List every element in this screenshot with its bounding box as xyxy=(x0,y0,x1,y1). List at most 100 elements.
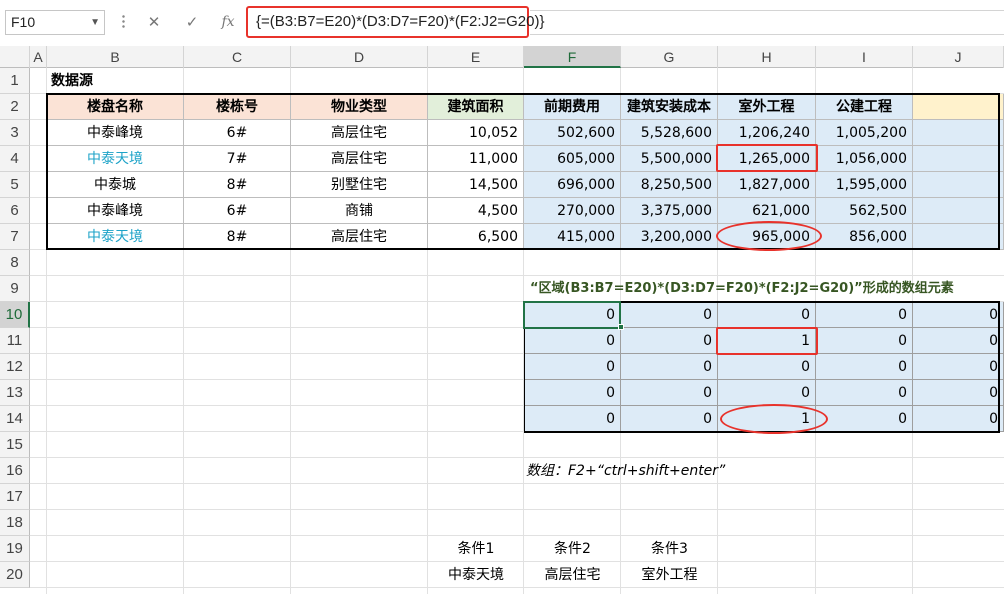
table-header-8[interactable]: 公建工程 xyxy=(816,94,913,120)
name-box[interactable]: F10 ▼ xyxy=(5,10,105,35)
table-cell[interactable]: 8# xyxy=(184,224,291,250)
table-cell[interactable]: 高层住宅 xyxy=(291,120,428,146)
row-header-3[interactable]: 3 xyxy=(0,120,30,146)
formula-bar-extension[interactable] xyxy=(530,10,1004,35)
array-cell[interactable]: 0 xyxy=(524,380,621,406)
table-cell[interactable]: 1,595,000 xyxy=(816,172,913,198)
table-cell[interactable]: 1,827,000 xyxy=(718,172,816,198)
array-cell[interactable]: 0 xyxy=(913,406,1004,432)
drag-handle-icon[interactable] xyxy=(122,14,125,30)
table-cell[interactable]: 856,000 xyxy=(816,224,913,250)
table-cell[interactable]: 5,500,000 xyxy=(621,146,718,172)
row-header-19[interactable]: 19 xyxy=(0,536,30,562)
select-all-corner[interactable] xyxy=(0,46,30,68)
table-cell[interactable]: 562,500 xyxy=(816,198,913,224)
row-header-1[interactable]: 1 xyxy=(0,68,30,94)
cancel-icon[interactable]: ✕ xyxy=(142,11,166,33)
row-header-7[interactable]: 7 xyxy=(0,224,30,250)
array-cell[interactable]: 0 xyxy=(816,406,913,432)
table-cell[interactable]: 中泰天境 xyxy=(47,224,184,250)
table-cell[interactable] xyxy=(913,146,1004,172)
table-header-1[interactable]: 楼盘名称 xyxy=(47,94,184,120)
row-header-11[interactable]: 11 xyxy=(0,328,30,354)
table-header-9[interactable] xyxy=(913,94,1004,120)
array-cell[interactable]: 0 xyxy=(718,302,816,328)
table-cell[interactable]: 1,056,000 xyxy=(816,146,913,172)
table-cell[interactable]: 中泰峰境 xyxy=(47,120,184,146)
row-header-17[interactable]: 17 xyxy=(0,484,30,510)
table-cell[interactable]: 别墅住宅 xyxy=(291,172,428,198)
table-cell[interactable]: 中泰城 xyxy=(47,172,184,198)
table-cell[interactable]: 中泰峰境 xyxy=(47,198,184,224)
table-header-3[interactable]: 物业类型 xyxy=(291,94,428,120)
row-header-12[interactable]: 12 xyxy=(0,354,30,380)
table-cell[interactable] xyxy=(913,120,1004,146)
array-cell[interactable]: 0 xyxy=(816,328,913,354)
column-header-e[interactable]: E xyxy=(428,46,524,68)
array-cell[interactable]: 0 xyxy=(913,302,1004,328)
table-cell[interactable]: 1,005,200 xyxy=(816,120,913,146)
row-header-20[interactable]: 20 xyxy=(0,562,30,588)
row-header-8[interactable]: 8 xyxy=(0,250,30,276)
table-cell[interactable]: 中泰天境 xyxy=(47,146,184,172)
column-header-g[interactable]: G xyxy=(621,46,718,68)
table-cell[interactable]: 4,500 xyxy=(428,198,524,224)
formula-input[interactable]: {=(B3:B7=E20)*(D3:D7=F20)*(F2:J2=G20)} xyxy=(246,6,545,38)
fill-handle[interactable] xyxy=(618,324,624,330)
table-header-2[interactable]: 楼栋号 xyxy=(184,94,291,120)
criteria-label-1[interactable]: 条件1 xyxy=(428,536,524,562)
table-cell[interactable]: 1,206,240 xyxy=(718,120,816,146)
table-cell[interactable]: 3,200,000 xyxy=(621,224,718,250)
table-cell[interactable]: 高层住宅 xyxy=(291,224,428,250)
table-cell[interactable]: 7# xyxy=(184,146,291,172)
column-header-a[interactable]: A xyxy=(30,46,47,68)
criteria-value-1[interactable]: 中泰天境 xyxy=(428,562,524,588)
row-header-9[interactable]: 9 xyxy=(0,276,30,302)
table-cell[interactable]: 5,528,600 xyxy=(621,120,718,146)
array-cell[interactable]: 0 xyxy=(621,380,718,406)
table-cell[interactable]: 6# xyxy=(184,198,291,224)
table-cell[interactable]: 11,000 xyxy=(428,146,524,172)
table-cell[interactable]: 415,000 xyxy=(524,224,621,250)
source-title[interactable]: 数据源 xyxy=(47,68,291,94)
table-header-6[interactable]: 建筑安装成本 xyxy=(621,94,718,120)
column-header-d[interactable]: D xyxy=(291,46,428,68)
table-cell[interactable]: 8,250,500 xyxy=(621,172,718,198)
table-cell[interactable] xyxy=(913,198,1004,224)
row-header-18[interactable]: 18 xyxy=(0,510,30,536)
table-cell[interactable]: 8# xyxy=(184,172,291,198)
table-cell[interactable]: 605,000 xyxy=(524,146,621,172)
table-cell[interactable]: 6,500 xyxy=(428,224,524,250)
array-cell[interactable]: 0 xyxy=(913,328,1004,354)
array-cell[interactable]: 0 xyxy=(816,354,913,380)
array-cell[interactable]: 0 xyxy=(718,380,816,406)
table-cell[interactable]: 3,375,000 xyxy=(621,198,718,224)
table-header-5[interactable]: 前期费用 xyxy=(524,94,621,120)
array-cell[interactable]: 0 xyxy=(621,328,718,354)
criteria-label-3[interactable]: 条件3 xyxy=(621,536,718,562)
column-header-b[interactable]: B xyxy=(47,46,184,68)
column-header-h[interactable]: H xyxy=(718,46,816,68)
column-header-f[interactable]: F xyxy=(524,46,621,68)
row-header-14[interactable]: 14 xyxy=(0,406,30,432)
row-header-13[interactable]: 13 xyxy=(0,380,30,406)
array-cell[interactable]: 0 xyxy=(718,354,816,380)
array-cell[interactable]: 0 xyxy=(913,380,1004,406)
criteria-label-2[interactable]: 条件2 xyxy=(524,536,621,562)
table-cell[interactable]: 270,000 xyxy=(524,198,621,224)
table-cell[interactable]: 商铺 xyxy=(291,198,428,224)
table-header-4[interactable]: 建筑面积 xyxy=(428,94,524,120)
array-cell[interactable]: 0 xyxy=(816,302,913,328)
array-cell[interactable]: 0 xyxy=(621,354,718,380)
array-cell[interactable]: 0 xyxy=(524,406,621,432)
table-header-7[interactable]: 室外工程 xyxy=(718,94,816,120)
selected-cell[interactable]: 0 xyxy=(524,302,621,328)
row-header-4[interactable]: 4 xyxy=(0,146,30,172)
array-cell[interactable]: 0 xyxy=(621,406,718,432)
row-header-10[interactable]: 10 xyxy=(0,302,30,328)
table-cell[interactable]: 696,000 xyxy=(524,172,621,198)
row-header-15[interactable]: 15 xyxy=(0,432,30,458)
column-header-c[interactable]: C xyxy=(184,46,291,68)
array-cell[interactable]: 0 xyxy=(524,354,621,380)
row-header-2[interactable]: 2 xyxy=(0,94,30,120)
